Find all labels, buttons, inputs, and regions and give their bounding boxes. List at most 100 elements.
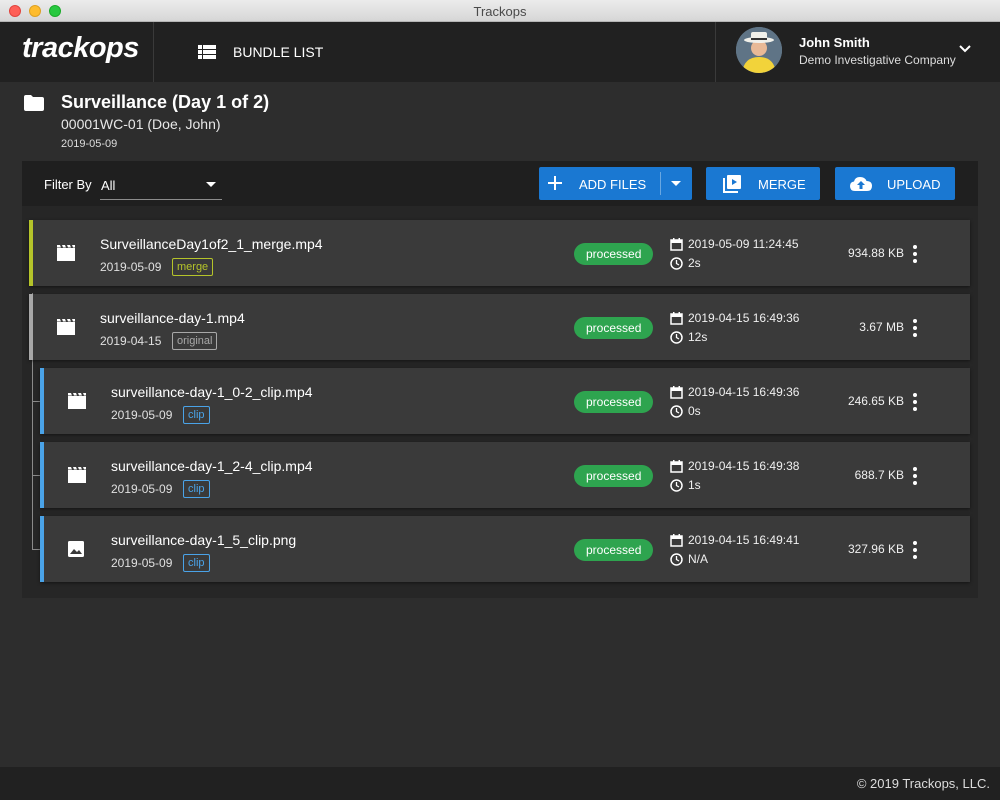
- calendar-icon: [670, 460, 683, 473]
- filter-value: All: [101, 178, 116, 193]
- more-vert-icon[interactable]: [907, 318, 923, 338]
- file-size: 934.88 KB: [847, 246, 904, 260]
- copyright-text: © 2019 Trackops, LLC.: [856, 776, 990, 791]
- file-name[interactable]: SurveillanceDay1of2_1_merge.mp4: [100, 236, 323, 252]
- file-duration: N/A: [688, 552, 709, 566]
- filter-label: Filter By: [44, 177, 92, 192]
- user-avatar[interactable]: [736, 27, 782, 73]
- calendar-icon: [670, 238, 683, 251]
- more-vert-icon[interactable]: [907, 466, 923, 486]
- calendar-icon: [670, 386, 683, 399]
- clock-icon: [670, 479, 683, 492]
- header-divider: [153, 22, 154, 82]
- file-name[interactable]: surveillance-day-1_2-4_clip.mp4: [111, 458, 313, 474]
- movie-icon: [57, 245, 75, 261]
- merge-button[interactable]: MERGE: [706, 167, 820, 200]
- status-badge: processed: [574, 465, 654, 487]
- file-size: 327.96 KB: [847, 542, 904, 556]
- cloud-upload-icon: [850, 177, 872, 191]
- file-tag: original: [172, 332, 218, 350]
- file-size: 3.67 MB: [859, 320, 904, 334]
- row-accent-bar: [40, 442, 44, 508]
- tree-connector: [32, 475, 40, 476]
- file-name[interactable]: surveillance-day-1_5_clip.png: [111, 532, 296, 548]
- file-row[interactable]: surveillance-day-1_2-4_clip.mp4 2019-05-…: [40, 442, 970, 508]
- status-badge: processed: [574, 391, 654, 413]
- file-timestamp: 2019-05-09 11:24:45: [688, 237, 799, 251]
- file-date: 2019-04-15: [100, 334, 162, 348]
- file-duration: 1s: [688, 478, 701, 492]
- window-titlebar: Trackops: [0, 0, 1000, 22]
- bundle-title: Surveillance (Day 1 of 2): [61, 92, 270, 112]
- file-tag: clip: [183, 554, 210, 572]
- header-divider: [715, 22, 716, 82]
- add-files-button[interactable]: ADD FILES: [539, 167, 692, 200]
- clock-icon: [670, 257, 683, 270]
- file-date: 2019-05-09: [100, 260, 162, 274]
- file-name[interactable]: surveillance-day-1_0-2_clip.mp4: [111, 384, 313, 400]
- file-timestamp: 2019-04-15 16:49:38: [688, 459, 800, 473]
- folder-icon: [24, 95, 44, 111]
- image-icon: [68, 541, 84, 557]
- file-timestamp: 2019-04-15 16:49:36: [688, 311, 800, 325]
- file-duration: 0s: [688, 404, 701, 418]
- plus-icon: [548, 176, 562, 190]
- file-size: 246.65 KB: [847, 394, 904, 408]
- merge-video-icon: [723, 175, 741, 193]
- tree-connector: [32, 549, 40, 550]
- file-name[interactable]: surveillance-day-1.mp4: [100, 310, 245, 326]
- files-toolbar: Filter By All ADD FILES MERGE UPLOAD: [22, 161, 978, 206]
- row-accent-bar: [29, 294, 33, 360]
- caret-down-icon: [206, 182, 216, 187]
- app-footer: © 2019 Trackops, LLC.: [0, 767, 1000, 800]
- file-date: 2019-05-09: [111, 408, 173, 422]
- upload-label: UPLOAD: [887, 177, 941, 192]
- add-files-label: ADD FILES: [579, 177, 647, 192]
- app-logo[interactable]: trackops: [22, 32, 139, 65]
- file-tag: clip: [183, 480, 210, 498]
- more-vert-icon[interactable]: [907, 244, 923, 264]
- row-accent-bar: [29, 220, 33, 286]
- chevron-down-icon[interactable]: [958, 44, 972, 54]
- bundle-case: 00001WC-01 (Doe, John): [61, 116, 221, 132]
- file-row[interactable]: surveillance-day-1_0-2_clip.mp4 2019-05-…: [40, 368, 970, 434]
- clock-icon: [670, 331, 683, 344]
- calendar-icon: [670, 534, 683, 547]
- row-accent-bar: [40, 516, 44, 582]
- file-timestamp: 2019-04-15 16:49:36: [688, 385, 800, 399]
- user-name: John Smith: [799, 35, 870, 50]
- merge-label: MERGE: [758, 177, 806, 192]
- upload-button[interactable]: UPLOAD: [835, 167, 955, 200]
- file-date: 2019-05-09: [111, 556, 173, 570]
- filter-select[interactable]: All: [100, 172, 222, 200]
- clock-icon: [670, 553, 683, 566]
- movie-icon: [57, 319, 75, 335]
- row-accent-bar: [40, 368, 44, 434]
- file-timestamp: 2019-04-15 16:49:41: [688, 533, 800, 547]
- bundle-list-button[interactable]: BUNDLE LIST: [198, 42, 323, 62]
- file-tag: merge: [172, 258, 214, 276]
- list-icon: [198, 45, 216, 59]
- file-row[interactable]: surveillance-day-1.mp4 2019-04-15 origin…: [29, 294, 970, 360]
- bundle-date: 2019-05-09: [61, 138, 118, 150]
- bundle-list-label: BUNDLE LIST: [233, 44, 324, 60]
- file-row[interactable]: SurveillanceDay1of2_1_merge.mp4 2019-05-…: [29, 220, 970, 286]
- status-badge: processed: [574, 243, 654, 265]
- add-files-dropdown-button[interactable]: [661, 167, 692, 200]
- more-vert-icon[interactable]: [907, 392, 923, 412]
- app-header: trackops BUNDLE LIST John Smith Demo Inv…: [0, 22, 1000, 82]
- file-date: 2019-05-09: [111, 482, 173, 496]
- file-duration: 12s: [688, 330, 708, 344]
- file-row[interactable]: surveillance-day-1_5_clip.png 2019-05-09…: [40, 516, 970, 582]
- avatar-image: [736, 27, 782, 73]
- tree-connector: [32, 401, 40, 402]
- movie-icon: [68, 393, 86, 409]
- window-title: Trackops: [473, 4, 527, 19]
- calendar-icon: [670, 312, 683, 325]
- more-vert-icon[interactable]: [907, 540, 923, 560]
- user-company: Demo Investigative Company: [799, 53, 956, 67]
- status-badge: processed: [574, 317, 654, 339]
- file-duration: 2s: [688, 256, 701, 270]
- file-tag: clip: [183, 406, 210, 424]
- movie-icon: [68, 467, 86, 483]
